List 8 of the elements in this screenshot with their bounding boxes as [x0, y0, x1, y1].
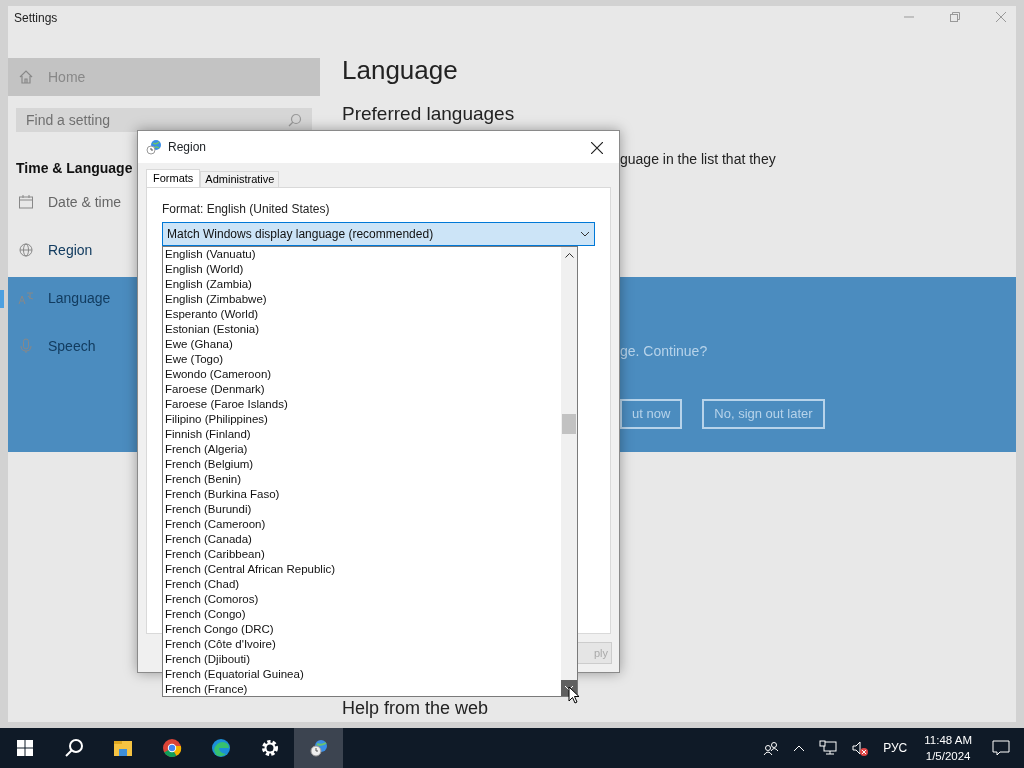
banner-message: ge. Continue?: [620, 342, 708, 361]
dialog-title: Region: [168, 139, 207, 156]
section-heading: Help from the web: [342, 698, 489, 718]
section-heading: Preferred languages: [342, 102, 516, 126]
description-text: guage in the list that they: [620, 149, 777, 169]
page-heading: Language: [342, 54, 459, 87]
window-title: Settings: [13, 10, 58, 27]
format-label: Format: English (United States): [162, 202, 331, 216]
